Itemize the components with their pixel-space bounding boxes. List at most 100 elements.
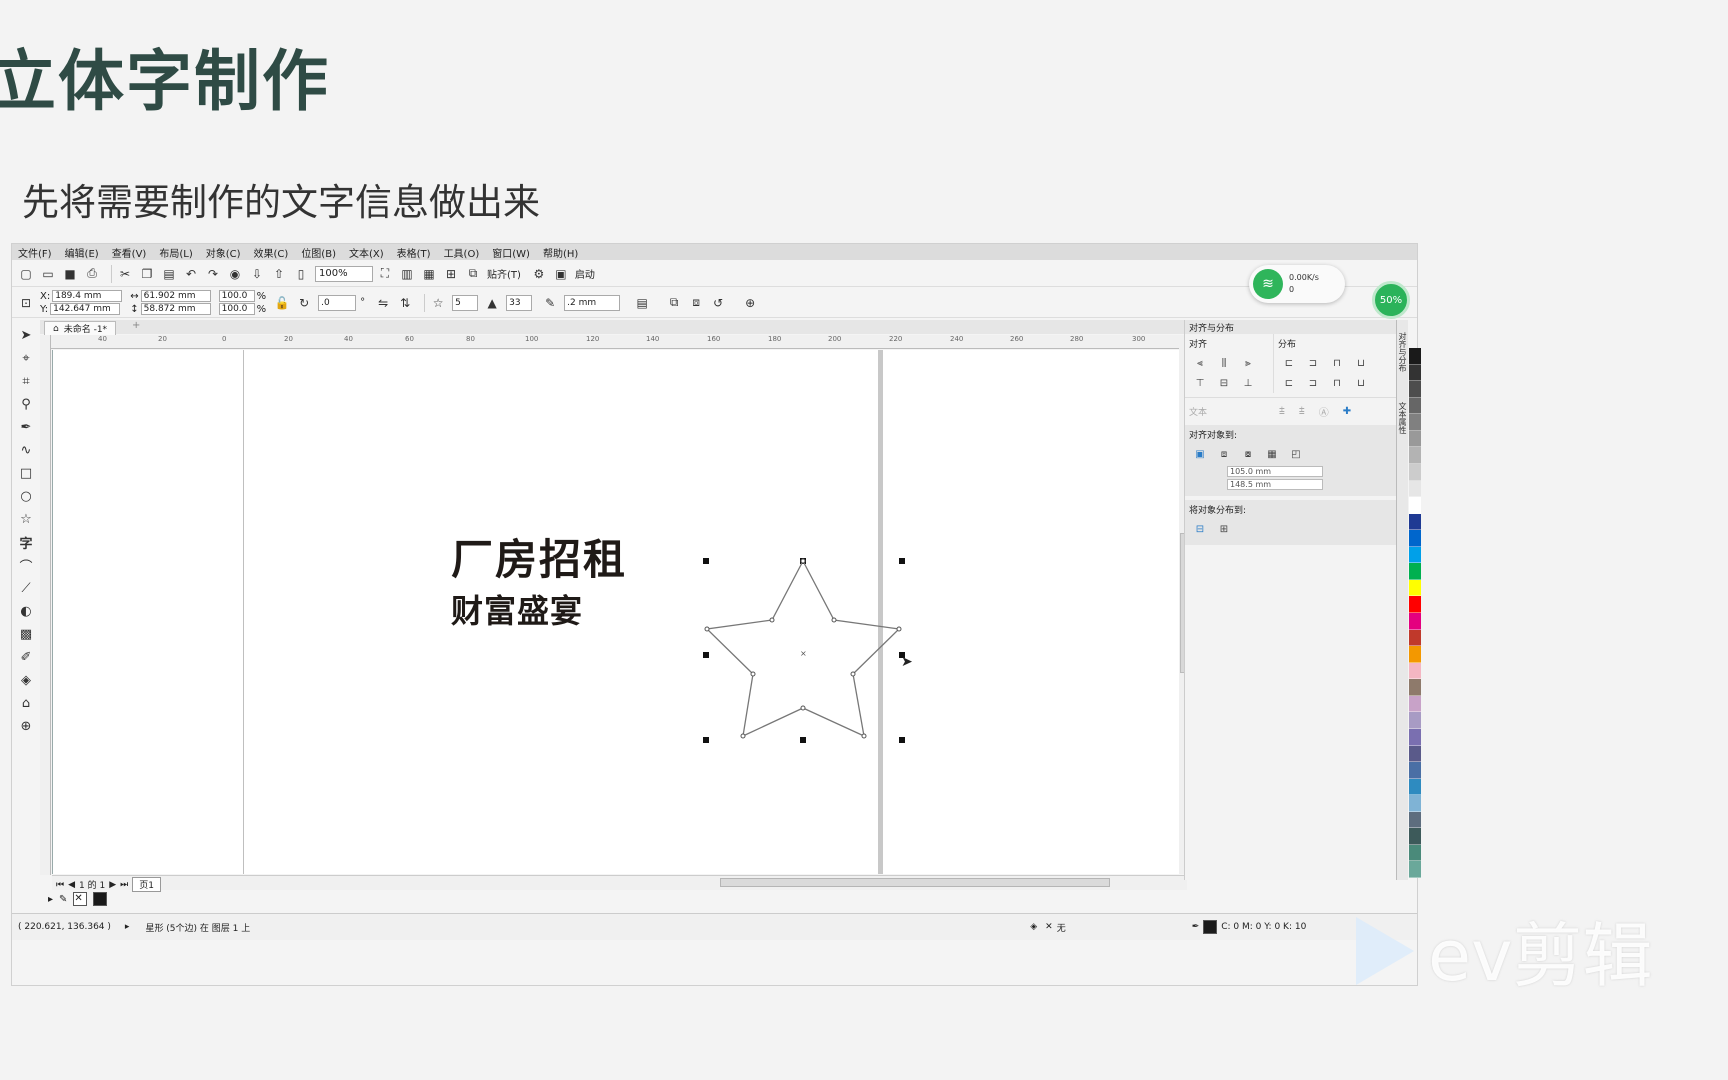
drop-shadow-tool-icon[interactable]: ◐ <box>17 602 35 620</box>
palette-swatch[interactable] <box>1409 381 1421 398</box>
page-edge-icon[interactable]: ⧈ <box>1217 447 1231 461</box>
text-bbox-icon[interactable]: Ⓐ <box>1319 404 1329 419</box>
palette-swatch[interactable] <box>1409 613 1421 630</box>
palette-swatch[interactable] <box>1409 861 1421 878</box>
rotation-field[interactable]: .0 <box>318 294 357 311</box>
star-points-field[interactable]: 5 <box>452 294 479 311</box>
eyedropper-tool-icon[interactable]: ✐ <box>17 648 35 666</box>
copy-icon[interactable]: ❐ <box>139 266 155 282</box>
palette-swatch[interactable] <box>1409 447 1421 464</box>
palette-swatch[interactable] <box>1409 778 1421 796</box>
palette-swatch[interactable] <box>1409 530 1421 547</box>
undo-icon[interactable]: ↶ <box>183 266 199 282</box>
menu-bitmaps[interactable]: 位图(B) <box>301 245 336 260</box>
menu-window[interactable]: 窗口(W) <box>492 245 530 260</box>
zoom-tool-icon[interactable]: ⚲ <box>17 395 35 413</box>
parallel-dimension-icon[interactable]: ⌒ <box>17 556 35 575</box>
snap-icon[interactable]: ⧉ <box>465 266 481 282</box>
search-content-icon[interactable]: ◉ <box>227 266 243 282</box>
menu-layout[interactable]: 布局(L) <box>159 245 192 260</box>
star-sharpness-field[interactable]: 33 <box>506 294 533 311</box>
convert-curves-icon[interactable]: ↺ <box>710 295 726 311</box>
palette-swatch[interactable] <box>1409 712 1421 729</box>
snap-to-dropdown[interactable]: 贴齐(T) <box>487 266 521 281</box>
crop-tool-icon[interactable]: ⌗ <box>17 372 35 390</box>
paste-icon[interactable]: ▤ <box>161 266 177 282</box>
add-align-icon[interactable]: ✚ <box>1343 406 1351 417</box>
height-field[interactable]: 58.872 mm <box>140 303 211 315</box>
distribute-selection-icon[interactable]: ⊟ <box>1193 522 1207 536</box>
specified-point-icon[interactable]: ◰ <box>1289 447 1303 461</box>
palette-arrow-icon[interactable]: ▸ <box>48 894 53 905</box>
align-y-field[interactable]: 148.5 mm <box>1227 479 1323 490</box>
align-top-icon[interactable]: ⊤ <box>1193 376 1207 390</box>
menu-text[interactable]: 文本(X) <box>349 245 384 260</box>
menu-help[interactable]: 帮助(H) <box>543 245 578 260</box>
palette-swatch[interactable] <box>1409 480 1421 498</box>
eyedropper-icon[interactable]: ✎ <box>59 894 67 905</box>
canvas-text-line1[interactable]: 厂房招租 <box>451 526 627 587</box>
scale-height-field[interactable]: 100.0 <box>218 303 255 315</box>
palette-swatch[interactable] <box>1409 348 1421 365</box>
polygon-tool-icon[interactable]: ☆ <box>17 510 35 528</box>
launch-dropdown[interactable]: 启动 <box>575 266 595 281</box>
menu-view[interactable]: 查看(V) <box>112 245 147 260</box>
text-tool-icon[interactable]: 字 <box>17 533 35 552</box>
distribute-left-icon[interactable]: ⊏ <box>1282 356 1296 370</box>
menu-object[interactable]: 对象(C) <box>206 245 241 260</box>
width-field[interactable]: 61.902 mm <box>140 290 211 302</box>
to-front-icon[interactable]: ⧉ <box>666 295 682 311</box>
text-line-icon[interactable]: ⩲ <box>1299 406 1305 417</box>
palette-swatch[interactable] <box>1409 513 1421 531</box>
mirror-vertical-icon[interactable]: ⇅ <box>397 295 413 311</box>
palette-swatch[interactable] <box>1409 728 1421 746</box>
align-x-field[interactable]: 105.0 mm <box>1227 466 1323 477</box>
lock-ratio-icon[interactable]: 🔓 <box>274 295 290 311</box>
first-page-icon[interactable]: ⏮ <box>56 880 64 890</box>
smart-fill-tool-icon[interactable]: ∿ <box>17 441 35 459</box>
palette-swatch[interactable] <box>1409 397 1421 415</box>
palette-swatch[interactable] <box>1409 364 1421 382</box>
distribute-spacing-h-icon[interactable]: ⊔ <box>1354 356 1368 370</box>
menu-edit[interactable]: 编辑(E) <box>65 245 99 260</box>
add-tool-icon[interactable]: ⊕ <box>17 717 35 735</box>
align-center-h-icon[interactable]: ⫼ <box>1217 356 1231 370</box>
palette-swatch[interactable] <box>1409 546 1421 564</box>
to-back-icon[interactable]: ⧈ <box>688 295 704 311</box>
add-tab-icon[interactable]: + <box>132 320 140 331</box>
no-color-swatch[interactable]: ✕ <box>73 892 88 906</box>
show-guidelines-icon[interactable]: ⊞ <box>443 266 459 282</box>
application-launcher-icon[interactable]: ▣ <box>553 266 569 282</box>
export-icon[interactable]: ⇧ <box>271 266 287 282</box>
options-gear-icon[interactable]: ⚙ <box>531 266 547 282</box>
prev-page-icon[interactable]: ◀ <box>68 880 75 890</box>
mirror-horizontal-icon[interactable]: ⇋ <box>375 295 391 311</box>
redo-icon[interactable]: ↷ <box>205 266 221 282</box>
distribute-top-icon[interactable]: ⊏ <box>1282 376 1296 390</box>
distribute-page-icon[interactable]: ⊞ <box>1217 522 1231 536</box>
save-icon[interactable]: ■ <box>62 266 78 282</box>
interactive-fill-icon[interactable]: ◈ <box>17 671 35 689</box>
cut-icon[interactable]: ✂ <box>117 266 133 282</box>
menu-effects[interactable]: 效果(C) <box>254 245 289 260</box>
menu-tools[interactable]: 工具(O) <box>444 245 480 260</box>
object-origin-icon[interactable]: ⊡ <box>18 295 34 311</box>
show-grid-icon[interactable]: ▦ <box>421 266 437 282</box>
outline-color-swatch[interactable] <box>1203 920 1218 934</box>
canvas-text-line2[interactable]: 财富盛宴 <box>451 586 583 632</box>
pdf-icon[interactable]: ▯ <box>293 266 309 282</box>
palette-swatch[interactable] <box>1409 679 1421 696</box>
open-icon[interactable]: ▭ <box>40 266 56 282</box>
color-palette[interactable] <box>1409 348 1421 878</box>
palette-swatch[interactable] <box>1409 629 1421 647</box>
palette-swatch[interactable] <box>1409 828 1421 845</box>
menu-table[interactable]: 表格(T) <box>397 245 431 260</box>
shape-tool-icon[interactable]: ⌖ <box>17 349 35 367</box>
outline-width-field[interactable]: .2 mm <box>564 294 621 311</box>
document-tab[interactable]: ⌂ 未命名 -1* <box>44 321 117 336</box>
side-tab-align[interactable]: 对齐与分布 <box>1397 332 1408 372</box>
distribute-spacing-v-icon[interactable]: ⊔ <box>1354 376 1368 390</box>
rectangle-tool-icon[interactable]: □ <box>17 464 35 482</box>
black-swatch[interactable] <box>93 892 108 906</box>
freehand-tool-icon[interactable]: ✒ <box>17 418 35 436</box>
